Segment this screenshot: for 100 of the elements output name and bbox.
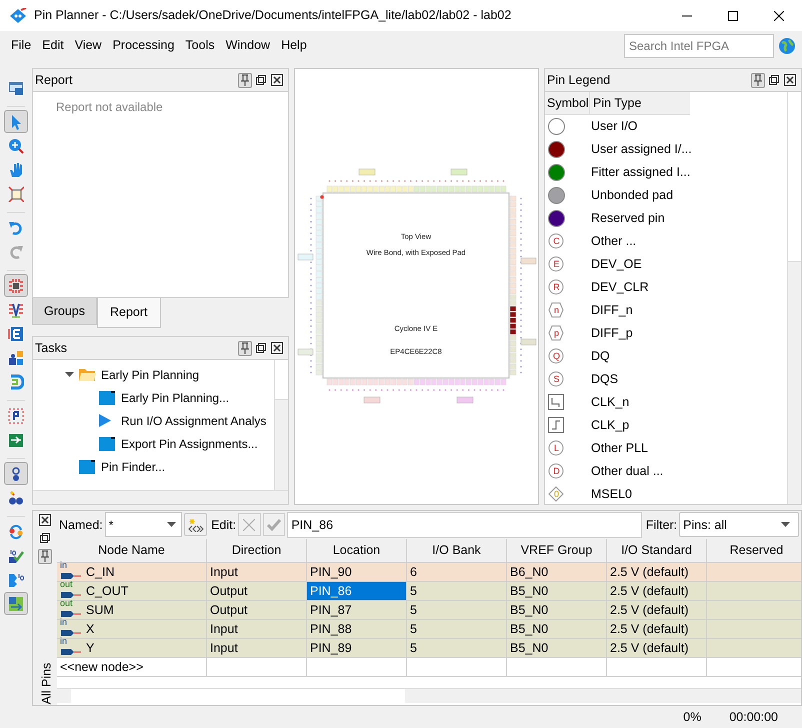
toggle-icon[interactable]	[4, 462, 28, 485]
tab[interactable]: Groups	[32, 298, 97, 325]
tree-item[interactable]: Early Pin Planning	[101, 366, 200, 384]
table-cell: B6_N0	[507, 562, 607, 581]
pin-icon[interactable]	[238, 72, 252, 88]
panel-title: Tasks	[35, 340, 67, 357]
table-cell: 5	[407, 638, 507, 657]
legend-label: Unbonded pad	[591, 187, 674, 204]
table-row[interactable]: in X Input PIN_88 5 B5_N0 2.5 V (default)	[57, 620, 801, 639]
column-header[interactable]: VREF Group	[507, 538, 607, 562]
close-icon[interactable]	[38, 512, 52, 528]
column-header[interactable]: Location	[307, 538, 407, 562]
column-header[interactable]: Pin Type	[590, 92, 690, 114]
tree-item[interactable]: Early Pin Planning...	[121, 388, 230, 406]
legend-label: DIFF_p	[591, 325, 633, 342]
table-cell: PIN_87	[307, 600, 407, 619]
menu-item[interactable]: Tools	[180, 33, 220, 58]
letter-pin-icon: E	[548, 256, 565, 273]
table-cell: 6	[407, 562, 507, 581]
pin-filter-dropdown[interactable]: Pins: all	[679, 512, 800, 538]
checkmark-icon	[267, 518, 282, 531]
new-node-cell[interactable]: <<new node>>	[57, 658, 207, 676]
elapsed-time: 00:00:00	[729, 708, 778, 726]
table-cell-text: C_IN	[86, 564, 114, 581]
play-icon	[99, 414, 111, 427]
hexagon-pin-icon: n	[548, 302, 565, 319]
legend-label: DEV_OE	[591, 256, 642, 274]
legend-label: DQS	[591, 371, 618, 388]
table-cell: 2.5 V (default)	[607, 638, 707, 657]
close-icon[interactable]	[783, 72, 797, 88]
table-cell: PIN_90	[307, 562, 407, 581]
caret-icon[interactable]	[167, 522, 176, 528]
vertical-scrollbar[interactable]	[787, 92, 801, 504]
vertical-scrollbar[interactable]	[274, 360, 288, 490]
legend-label: User assigned I/...	[591, 141, 692, 158]
menu-item[interactable]: Processing	[108, 33, 180, 58]
float-icon[interactable]	[254, 72, 268, 88]
chip-icon[interactable]	[4, 274, 28, 297]
table-cell-text: Y	[86, 640, 94, 657]
letter-pin-icon: C	[548, 233, 565, 250]
table-cell: Input	[207, 562, 307, 581]
column-header[interactable]: I/O Bank	[407, 538, 507, 562]
float-icon[interactable]	[38, 530, 52, 546]
table-row[interactable]: out C_OUT Output PIN_86 5 B5_N0 2.5 V (default)	[57, 582, 801, 601]
tab[interactable]: Report	[97, 298, 161, 328]
maximize-icon[interactable]	[728, 10, 738, 20]
legend-label: CLK_p	[591, 417, 630, 434]
folder-icon	[79, 368, 96, 382]
wildcard-button[interactable]	[184, 513, 208, 536]
close-icon[interactable]	[270, 72, 284, 88]
table-cell-text: C_OUT	[86, 582, 128, 600]
column-header[interactable]: Symbol	[545, 92, 590, 114]
tree-item[interactable]: Pin Finder...	[101, 458, 166, 476]
letter-pin-icon: S	[548, 371, 565, 388]
table-cell: PIN_88	[307, 620, 407, 638]
search-field[interactable]: Search Intel FPGA	[624, 34, 774, 58]
pin-icon[interactable]	[751, 72, 765, 88]
window-title: Pin Planner - C:/Users/sadek/OneDrive/Documents/intelFPGA_lite/lab02/lab02 - lab02	[34, 7, 512, 24]
menu-item[interactable]: View	[70, 33, 107, 58]
table-cell: 5	[407, 582, 507, 600]
legend-label: Other dual ...	[591, 463, 664, 480]
menu-item[interactable]: Edit	[37, 33, 69, 58]
column-header[interactable]: Node Name	[57, 538, 207, 562]
table-cell: Input	[207, 638, 307, 657]
tree-item[interactable]: Run I/O Assignment Analys	[121, 412, 266, 430]
edit-field[interactable]: PIN_86	[287, 512, 642, 538]
tree-item[interactable]: Export Pin Assignments...	[121, 434, 258, 452]
globe-icon[interactable]	[778, 36, 796, 54]
task-icon	[79, 460, 95, 474]
side-tab[interactable]: All Pins	[38, 648, 56, 704]
letter-pin-icon: D	[548, 463, 565, 480]
close-icon[interactable]	[774, 10, 784, 20]
close-icon[interactable]	[270, 340, 284, 356]
menu-item[interactable]: Help	[276, 33, 312, 58]
column-header[interactable]: Direction	[207, 538, 307, 562]
column-header[interactable]: Reserved	[707, 538, 801, 562]
table-cell: 2.5 V (default)	[607, 620, 707, 638]
caret-icon[interactable]	[781, 522, 790, 528]
pointer-icon[interactable]	[4, 110, 28, 133]
expand-arrow-icon[interactable]	[64, 372, 74, 377]
table-cell: 5	[407, 600, 507, 619]
float-icon[interactable]	[767, 72, 781, 88]
pin-icon[interactable]	[238, 340, 252, 356]
table-row[interactable]: out SUM Output PIN_87 5 B5_N0 2.5 V (default)	[57, 600, 801, 620]
float-icon[interactable]	[254, 340, 268, 356]
menu-item[interactable]: Window	[220, 33, 276, 58]
table-cell: B5_N0	[507, 638, 607, 657]
column-header[interactable]: I/O Standard	[607, 538, 707, 562]
pin-icon[interactable]	[38, 548, 52, 564]
table-row[interactable]: in C_IN Input PIN_90 6 B6_N0 2.5 V (default)	[57, 562, 801, 582]
field-label: Named:	[59, 516, 103, 534]
table-cell: PIN_89	[307, 638, 407, 657]
menu-item[interactable]: File	[6, 33, 36, 58]
letter-pin-icon: L	[548, 440, 565, 457]
name-filter-dropdown[interactable]: *	[104, 512, 182, 538]
swap-icon[interactable]	[4, 592, 28, 615]
table-cell: B5_N0	[507, 600, 607, 619]
table-row[interactable]: in Y Input PIN_89 5 B5_N0 2.5 V (default)	[57, 638, 801, 658]
falling-edge-icon	[548, 394, 565, 411]
horizontal-scrollbar[interactable]	[33, 490, 288, 504]
